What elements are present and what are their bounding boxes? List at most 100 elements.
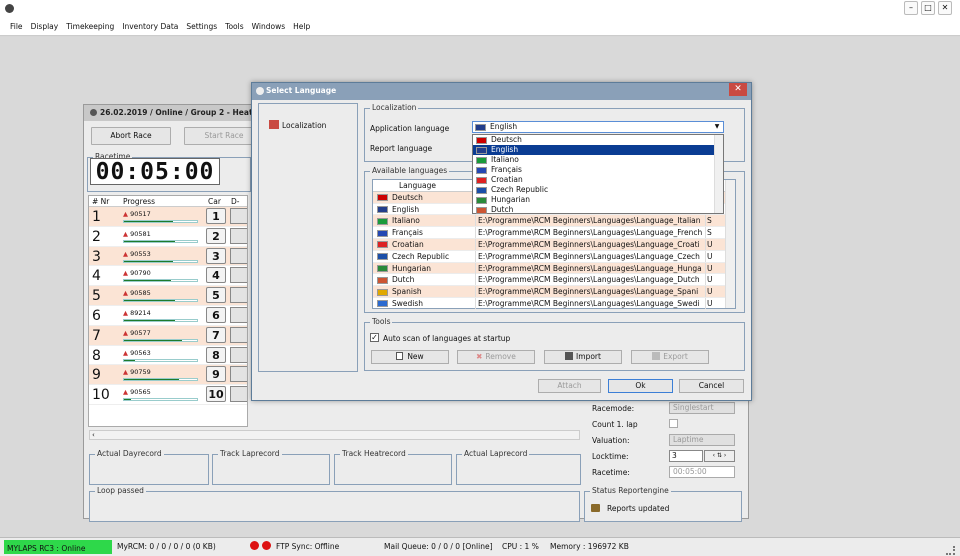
dropdown-option[interactable]: Français xyxy=(473,165,723,175)
list-scrollbar[interactable] xyxy=(725,180,735,308)
language-name: Swedish xyxy=(392,298,424,308)
progress-bar xyxy=(123,338,198,342)
car-number-box[interactable]: 3 xyxy=(206,247,226,264)
close-button[interactable]: ✕ xyxy=(938,1,952,15)
dropdown-scrollbar[interactable] xyxy=(714,135,723,213)
dropdown-option[interactable]: Deutsch xyxy=(473,135,723,145)
language-row[interactable]: Spanish E:\Programme\RCM Beginners\Langua… xyxy=(373,286,735,298)
language-status: S xyxy=(705,215,717,227)
flag-icon xyxy=(377,241,388,249)
language-row[interactable]: Français E:\Programme\RCM Beginners\Langu… xyxy=(373,227,735,239)
dnr-field[interactable] xyxy=(230,366,247,383)
menu-inventory-data[interactable]: Inventory Data xyxy=(122,22,178,31)
car-number-box[interactable]: 6 xyxy=(206,306,226,323)
dropdown-option[interactable]: Dutch xyxy=(473,205,723,215)
language-row[interactable]: Hungarian E:\Programme\RCM Beginners\Lang… xyxy=(373,262,735,275)
race-title-text: 26.02.2019 / Online / Group 2 - Heat 1 xyxy=(100,108,261,117)
transponder-number: ▲ 90577 xyxy=(123,329,151,337)
language-row[interactable]: Swedish E:\Programme\RCM Beginners\Langua… xyxy=(373,297,735,310)
locktime-input[interactable]: 3 xyxy=(669,450,703,462)
dropdown-option[interactable]: Croatian xyxy=(473,175,723,185)
car-number-box[interactable]: 4 xyxy=(206,267,226,284)
menu-file[interactable]: File xyxy=(10,22,23,31)
table-row[interactable]: 5 ▲ 90585 5 xyxy=(89,286,247,306)
minimize-button[interactable]: – xyxy=(904,1,918,15)
car-icon: ▲ xyxy=(123,348,128,357)
menu-help[interactable]: Help xyxy=(293,22,310,31)
dropdown-option[interactable]: Czech Republic xyxy=(473,185,723,195)
select-language-dialog: Select Language ✕ Localization Localizat… xyxy=(251,82,752,401)
table-row[interactable]: 9 ▲ 90759 9 xyxy=(89,365,247,386)
dnr-field[interactable] xyxy=(230,267,247,284)
dnr-field[interactable] xyxy=(230,287,247,304)
dnr-field[interactable] xyxy=(230,386,247,403)
menu-tools[interactable]: Tools xyxy=(225,22,243,31)
col-car: Car xyxy=(208,197,221,206)
car-number-box[interactable]: 5 xyxy=(206,287,226,304)
tree-item-localization[interactable]: Localization xyxy=(269,120,326,130)
resize-grip-icon[interactable] xyxy=(946,546,955,555)
table-row[interactable]: 2 ▲ 90581 2 xyxy=(89,227,247,247)
locktime-stepper[interactable]: ‹ ⇅ › xyxy=(704,450,735,462)
flag-icon xyxy=(377,300,388,308)
horizontal-scrollbar[interactable]: ‹ xyxy=(89,430,580,440)
myrcm-status: MyRCM: 0 / 0 / 0 / 0 (0 KB) xyxy=(117,542,216,551)
dialog-close-button[interactable]: ✕ xyxy=(729,83,747,96)
car-number-box[interactable]: 9 xyxy=(206,366,226,383)
car-number-box[interactable]: 1 xyxy=(206,208,226,224)
maximize-button[interactable]: □ xyxy=(921,1,935,15)
racemode-select[interactable]: Singlestart xyxy=(669,402,735,414)
dnr-field[interactable] xyxy=(230,247,247,264)
remove-button[interactable]: ✖ Remove xyxy=(457,350,535,364)
autoscan-checkbox[interactable]: ✓ xyxy=(370,333,379,342)
menu-windows[interactable]: Windows xyxy=(252,22,285,31)
car-number-box[interactable]: 8 xyxy=(206,346,226,363)
car-number-box[interactable]: 10 xyxy=(206,386,226,403)
dnr-field[interactable] xyxy=(230,208,247,224)
language-row[interactable]: Italiano E:\Programme\RCM Beginners\Langu… xyxy=(373,215,735,228)
table-row[interactable]: 1 ▲ 90517 1 xyxy=(89,207,247,227)
ok-button[interactable]: Ok xyxy=(608,379,673,393)
dropdown-option[interactable]: English xyxy=(473,145,723,155)
export-button[interactable]: Export xyxy=(631,350,709,364)
table-row[interactable]: 6 ▲ 89214 6 xyxy=(89,306,247,326)
new-button[interactable]: New xyxy=(371,350,449,364)
app-language-select[interactable]: English ▼ xyxy=(472,121,724,133)
import-button[interactable]: Import xyxy=(544,350,622,364)
language-path: E:\Programme\RCM Beginners\Languages\Lan… xyxy=(475,262,705,274)
dnr-field[interactable] xyxy=(230,306,247,323)
valuation-select[interactable]: Laptime xyxy=(669,434,735,446)
dropdown-option[interactable]: Hungarian xyxy=(473,195,723,205)
abort-race-button[interactable]: Abort Race xyxy=(91,127,171,145)
cancel-button[interactable]: Cancel xyxy=(679,379,744,393)
dnr-field[interactable] xyxy=(230,326,247,343)
car-number-box[interactable]: 7 xyxy=(206,326,226,343)
menu-settings[interactable]: Settings xyxy=(186,22,217,31)
table-row[interactable]: 4 ▲ 90790 4 xyxy=(89,266,247,287)
language-status: U xyxy=(705,262,717,274)
language-row[interactable]: Czech Republic E:\Programme\RCM Beginners… xyxy=(373,250,735,263)
dropdown-option[interactable]: Italiano xyxy=(473,155,723,165)
dnr-field[interactable] xyxy=(230,346,247,363)
racetime-setting-input[interactable]: 00:05:00 xyxy=(669,466,735,478)
transponder-value: 90585 xyxy=(130,289,151,298)
track-heatrecord-label: Track Heatrecord xyxy=(340,449,408,458)
language-row[interactable]: Croatian E:\Programme\RCM Beginners\Langu… xyxy=(373,238,735,251)
app-icon xyxy=(5,4,14,13)
attach-button[interactable]: Attach xyxy=(538,379,601,393)
menu-display[interactable]: Display xyxy=(31,22,59,31)
table-row[interactable]: 3 ▲ 90553 3 xyxy=(89,246,247,267)
car-number-box[interactable]: 2 xyxy=(206,227,226,244)
table-row[interactable]: 10 ▲ 90565 10 xyxy=(89,385,247,405)
table-row[interactable]: 8 ▲ 90563 8 xyxy=(89,346,247,366)
language-cell: Spanish xyxy=(377,286,473,297)
menu-timekeeping[interactable]: Timekeeping xyxy=(66,22,114,31)
flag-icon xyxy=(377,253,388,261)
table-row[interactable]: 7 ▲ 90577 7 xyxy=(89,325,247,346)
status-bar: MYLAPS RC3 : Online MyRCM: 0 / 0 / 0 / 0… xyxy=(0,537,960,556)
dnr-field[interactable] xyxy=(230,227,247,244)
export-label: Export xyxy=(663,352,688,361)
language-cell: Croatian xyxy=(377,239,473,250)
count-first-lap-checkbox[interactable] xyxy=(669,419,678,428)
language-row[interactable]: Dutch E:\Programme\RCM Beginners\Language… xyxy=(373,274,735,287)
